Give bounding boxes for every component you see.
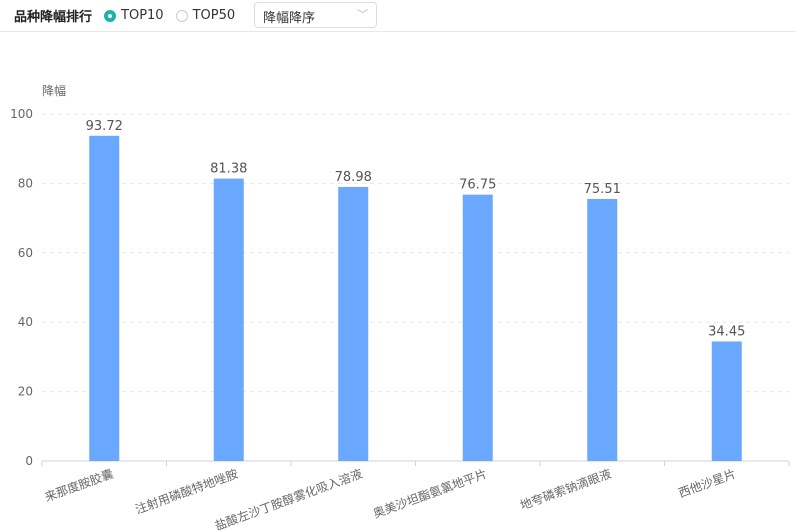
y-tick-label: 80 bbox=[18, 176, 33, 190]
data-label: 76.75 bbox=[459, 178, 496, 193]
bar bbox=[89, 135, 120, 461]
x-tick-label: 奥美沙坦酯氨氯地平片 bbox=[371, 467, 489, 521]
data-label: 34.45 bbox=[708, 324, 745, 339]
bar bbox=[462, 194, 493, 462]
x-tick-label: 西他沙星片 bbox=[677, 467, 738, 501]
x-tick-label: 地夸磷索钠滴眼液 bbox=[518, 466, 613, 513]
data-label: 78.98 bbox=[335, 170, 372, 185]
x-tick-label: 注射用磷酸特地唑胺 bbox=[133, 466, 240, 517]
y-tick-label: 40 bbox=[18, 315, 33, 329]
y-axis-label: 降幅 bbox=[42, 83, 66, 98]
bar-chart: 降幅 0 20 40 60 80 100 93.72 来那度胺胶囊 81.38 注射用磷酸特地唑胺 7… bbox=[10, 83, 790, 530]
y-tick-label: 100 bbox=[10, 107, 33, 121]
bar bbox=[711, 341, 742, 461]
bar bbox=[213, 178, 244, 462]
x-tick-label: 来那度胺胶囊 bbox=[42, 466, 115, 505]
bar bbox=[338, 186, 369, 462]
y-tick-label: 0 bbox=[25, 454, 33, 468]
y-tick-label: 20 bbox=[18, 385, 33, 399]
data-label: 81.38 bbox=[210, 162, 247, 177]
data-label: 93.72 bbox=[86, 119, 123, 134]
y-tick-label: 60 bbox=[18, 246, 33, 260]
data-label: 75.51 bbox=[584, 182, 621, 197]
bar bbox=[587, 198, 618, 462]
